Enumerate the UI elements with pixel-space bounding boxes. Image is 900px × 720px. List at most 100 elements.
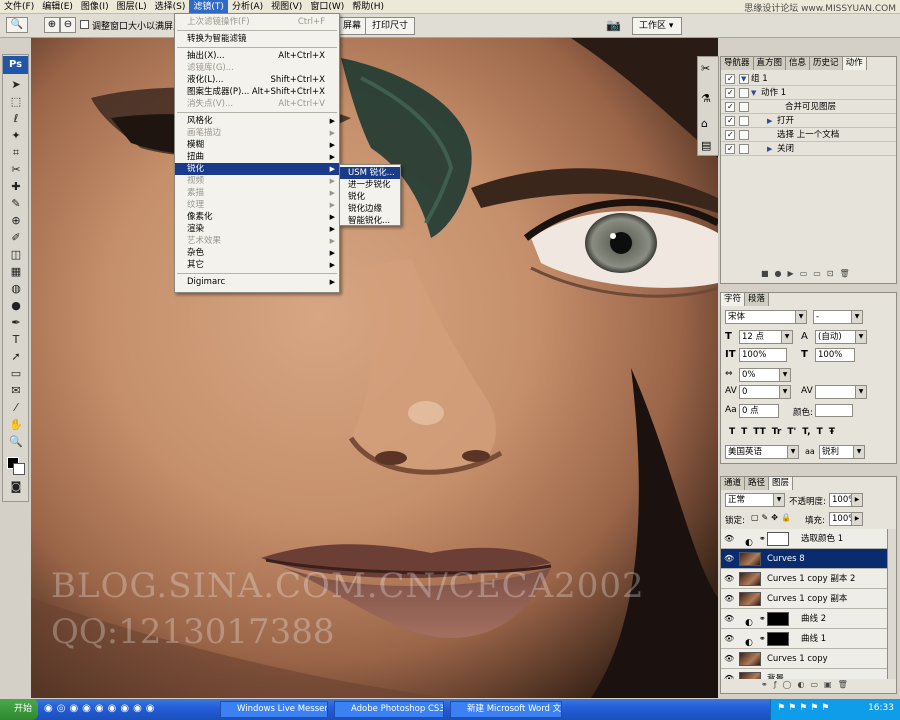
text-style-button-6[interactable]: T [817, 427, 823, 439]
horizontal-scale-field[interactable]: 100% [815, 348, 855, 362]
tracking-amount-field[interactable]: ▼ [815, 385, 867, 399]
taskbar-task-2[interactable]: 新建 Microsoft Word 文... [450, 701, 562, 718]
menu-item-2[interactable]: 图像(I) [77, 0, 113, 14]
eye-icon[interactable]: 👁 [724, 594, 734, 604]
action-row-5[interactable]: ✓ ▶ 关闭 [721, 142, 896, 156]
eye-icon[interactable]: 👁 [724, 654, 734, 664]
actions-tab-3[interactable]: 历史记 [810, 57, 843, 70]
action-dialog-checkbox[interactable] [739, 116, 749, 126]
layer-comps-icon[interactable]: ▤ [701, 139, 711, 152]
filter-menu-item-16[interactable]: 渲染 ▶ [175, 223, 339, 235]
expand-triangle-icon[interactable]: ▼ [741, 72, 746, 86]
slice-tool-icon[interactable]: ✂ [8, 162, 24, 178]
move-tool-icon[interactable]: ➤ [8, 77, 24, 93]
layer-row[interactable]: 👁 背景 [721, 669, 887, 679]
kerning-field[interactable]: 0 ▼ [739, 385, 791, 399]
actions-tab-1[interactable]: 直方图 [753, 57, 787, 70]
menu-item-0[interactable]: 文件(F) [0, 0, 38, 14]
layer-row[interactable]: 👁 Curves 1 copy 副本 [721, 589, 887, 609]
shape-tool-icon[interactable]: ▭ [8, 366, 24, 382]
menu-item-4[interactable]: 选择(S) [151, 0, 190, 14]
tray-icons[interactable]: ⚑⚑⚑⚑⚑ [777, 703, 832, 713]
action-enable-checkbox[interactable]: ✓ [725, 88, 735, 98]
filter-menu-item-10[interactable]: 扭曲 ▶ [175, 151, 339, 163]
layer-row[interactable]: 👁 ◐ ⚭ 曲线 2 [721, 609, 887, 629]
opacity-field[interactable]: 100% ▶ [829, 493, 863, 507]
blur-tool-icon[interactable]: ◍ [8, 281, 24, 297]
action-controls[interactable]: ■●▶▭▭⊡🗑 [761, 269, 891, 281]
brushes-icon[interactable]: ⚗ [701, 92, 711, 105]
eye-icon[interactable]: 👁 [724, 614, 734, 624]
layer-row[interactable]: 👁 ◐ ⚭ 选取颜色 1 [721, 529, 887, 549]
layer-controls[interactable]: ⚭ƒ◯◐▭▣🗑 [761, 680, 891, 692]
sharpen-submenu-item-4[interactable]: 智能锐化... [340, 215, 400, 227]
fill-field[interactable]: 100% ▶ [829, 512, 863, 526]
actions-tab-2[interactable]: 信息 [786, 57, 811, 70]
text-style-button-2[interactable]: TT [753, 427, 766, 439]
expand-triangle-icon[interactable]: ▶ [767, 142, 772, 156]
font-style-select[interactable]: - ▼ [813, 310, 863, 324]
text-style-button-0[interactable]: T [729, 427, 735, 439]
filter-menu-item-4[interactable]: 液化(L)... Shift+Ctrl+X [175, 74, 339, 86]
lock-icons[interactable]: ▢✎✥🔒 [751, 513, 794, 522]
photoshop-logo[interactable]: Ps [3, 56, 28, 74]
action-enable-checkbox[interactable]: ✓ [725, 116, 735, 126]
brush-tool-icon[interactable]: ✎ [8, 196, 24, 212]
text-color-swatch[interactable] [815, 404, 853, 417]
action-dialog-checkbox[interactable] [739, 130, 749, 140]
eye-icon[interactable]: 👁 [724, 634, 734, 644]
eye-icon[interactable]: 👁 [724, 674, 734, 679]
filter-menu-item-15[interactable]: 像素化 ▶ [175, 211, 339, 223]
action-row-4[interactable]: ✓ 选择 上一个文档 [721, 128, 896, 142]
tool-presets-icon[interactable]: ✂ [701, 62, 710, 75]
quick-launch-icons[interactable]: ◉◎◉◉◉◉◉◉◉ [44, 703, 159, 714]
filter-menu-item-11[interactable]: 锐化 ▶ [175, 163, 339, 175]
action-enable-checkbox[interactable]: ✓ [725, 102, 735, 112]
menu-item-6[interactable]: 分析(A) [228, 0, 267, 14]
quick-mask-icon[interactable]: ◙ [8, 479, 24, 495]
actions-tab-0[interactable]: 导航器 [721, 57, 754, 70]
eye-icon[interactable]: 👁 [724, 534, 734, 544]
zoom-tool-preset-picker[interactable]: 🔍 [6, 17, 28, 33]
sharpen-submenu-item-3[interactable]: 锐化边缘 [340, 203, 400, 215]
filter-menu-item-1[interactable]: 转换为智能滤镜 [175, 33, 339, 45]
layers-tab-1[interactable]: 路径 [745, 477, 770, 490]
language-select[interactable]: 美国英语 ▼ [725, 445, 799, 459]
filter-menu-item-2[interactable]: 抽出(X)... Alt+Ctrl+X [175, 50, 339, 62]
healing-brush-icon[interactable]: ✚ [8, 179, 24, 195]
document-canvas[interactable]: BLOG.SINA.COM.CN/CECA2002 QQ:1213017388 [31, 38, 718, 698]
hand-tool-icon[interactable]: ✋ [8, 417, 24, 433]
layer-row[interactable]: 👁 Curves 1 copy [721, 649, 887, 669]
vertical-scale-field[interactable]: 100% [739, 348, 787, 362]
text-style-button-5[interactable]: T, [802, 427, 810, 439]
path-select-icon[interactable]: ➚ [8, 349, 24, 365]
eyedropper-icon[interactable]: ⁄ [8, 400, 24, 416]
action-dialog-checkbox[interactable] [739, 88, 749, 98]
layer-row[interactable]: 👁 Curves 8 [721, 549, 887, 569]
clone-stamp-icon[interactable]: ⊕ [8, 213, 24, 229]
action-row-1[interactable]: ✓ ▼ 动作 1 [721, 86, 896, 100]
start-button[interactable]: 开始 [0, 699, 38, 720]
bridge-icon[interactable]: 📷 [606, 18, 621, 32]
actions-tab-4[interactable]: 动作 [842, 57, 867, 70]
dodge-tool-icon[interactable]: ● [8, 298, 24, 314]
sharpen-submenu-item-1[interactable]: 进一步锐化 [340, 179, 400, 191]
leading-field[interactable]: (自动) ▼ [815, 330, 867, 344]
menu-item-1[interactable]: 编辑(E) [38, 0, 77, 14]
expand-triangle-icon[interactable]: ▼ [751, 86, 756, 100]
antialias-select[interactable]: 锐利 ▼ [819, 445, 865, 459]
menu-item-8[interactable]: 窗口(W) [306, 0, 348, 14]
taskbar-task-1[interactable]: Adobe Photoshop CS3 E... [334, 701, 444, 718]
sharpen-submenu-item-0[interactable]: USM 锐化... [340, 167, 400, 179]
eraser-tool-icon[interactable]: ◫ [8, 247, 24, 263]
action-row-3[interactable]: ✓ ▶ 打开 [721, 114, 896, 128]
layers-scrollbar[interactable] [887, 529, 896, 679]
sharpen-submenu-item-2[interactable]: 锐化 [340, 191, 400, 203]
background-color-swatch[interactable] [13, 463, 25, 475]
blend-mode-select[interactable]: 正常 ▼ [725, 493, 785, 507]
filter-menu-item-7[interactable]: 风格化 ▶ [175, 115, 339, 127]
notes-tool-icon[interactable]: ✉ [8, 383, 24, 399]
print-size-button[interactable]: 打印尺寸 [365, 17, 416, 35]
pen-tool-icon[interactable]: ✒ [8, 315, 24, 331]
action-dialog-checkbox[interactable] [739, 102, 749, 112]
